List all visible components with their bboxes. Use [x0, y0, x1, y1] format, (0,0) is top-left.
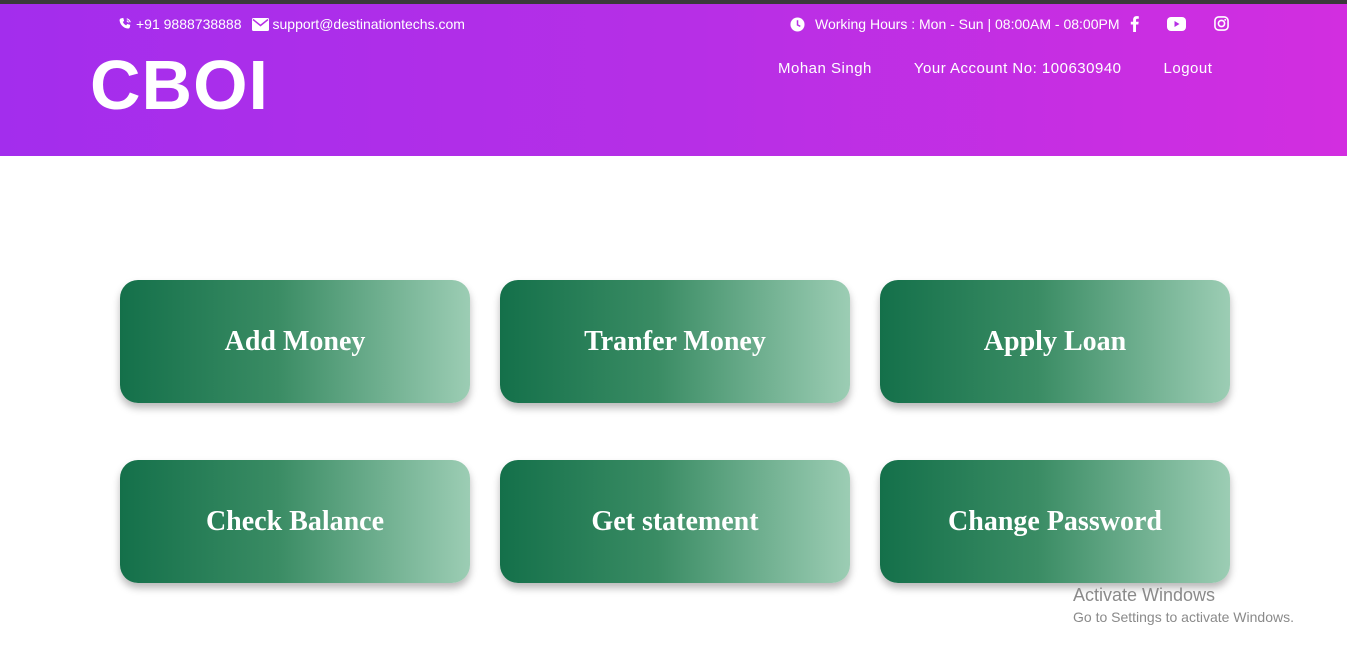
youtube-icon[interactable]: [1166, 16, 1186, 31]
phone-icon: [119, 17, 131, 29]
email-contact[interactable]: support@destinationtechs.com: [251, 16, 465, 32]
contact-bar: +91 9888738888 support@destinationtechs.…: [118, 16, 475, 32]
phone-contact[interactable]: +91 9888738888: [118, 16, 242, 32]
check-balance-button[interactable]: Check Balance: [120, 460, 470, 583]
social-links: [1126, 15, 1230, 32]
nav-account-number[interactable]: Your Account No: 100630940: [914, 60, 1122, 77]
site-header: +91 9888738888 support@destinationtechs.…: [0, 4, 1347, 156]
phone-number: +91 9888738888: [136, 16, 242, 32]
working-hours-text: Working Hours : Mon - Sun | 08:00AM - 08…: [815, 16, 1120, 32]
email-address: support@destinationtechs.com: [272, 16, 465, 32]
instagram-icon[interactable]: [1212, 16, 1230, 31]
change-password-button[interactable]: Change Password: [880, 460, 1230, 583]
clock-icon: [790, 16, 805, 32]
transfer-money-button[interactable]: Tranfer Money: [500, 280, 850, 403]
facebook-icon[interactable]: [1126, 15, 1142, 32]
apply-loan-button[interactable]: Apply Loan: [880, 280, 1230, 403]
logout-link[interactable]: Logout: [1164, 60, 1213, 77]
user-nav: Mohan Singh Your Account No: 100630940 L…: [778, 60, 1212, 77]
working-hours: Working Hours : Mon - Sun | 08:00AM - 08…: [790, 16, 1120, 32]
envelope-icon: [251, 17, 269, 31]
activate-windows-watermark: Activate Windows Go to Settings to activ…: [1073, 585, 1294, 625]
add-money-button[interactable]: Add Money: [120, 280, 470, 403]
brand-logo[interactable]: CBOI: [90, 50, 269, 120]
watermark-title: Activate Windows: [1073, 585, 1216, 605]
get-statement-button[interactable]: Get statement: [500, 460, 850, 583]
nav-user-name[interactable]: Mohan Singh: [778, 60, 872, 77]
watermark-subtitle: Go to Settings to activate Windows.: [1073, 609, 1294, 625]
